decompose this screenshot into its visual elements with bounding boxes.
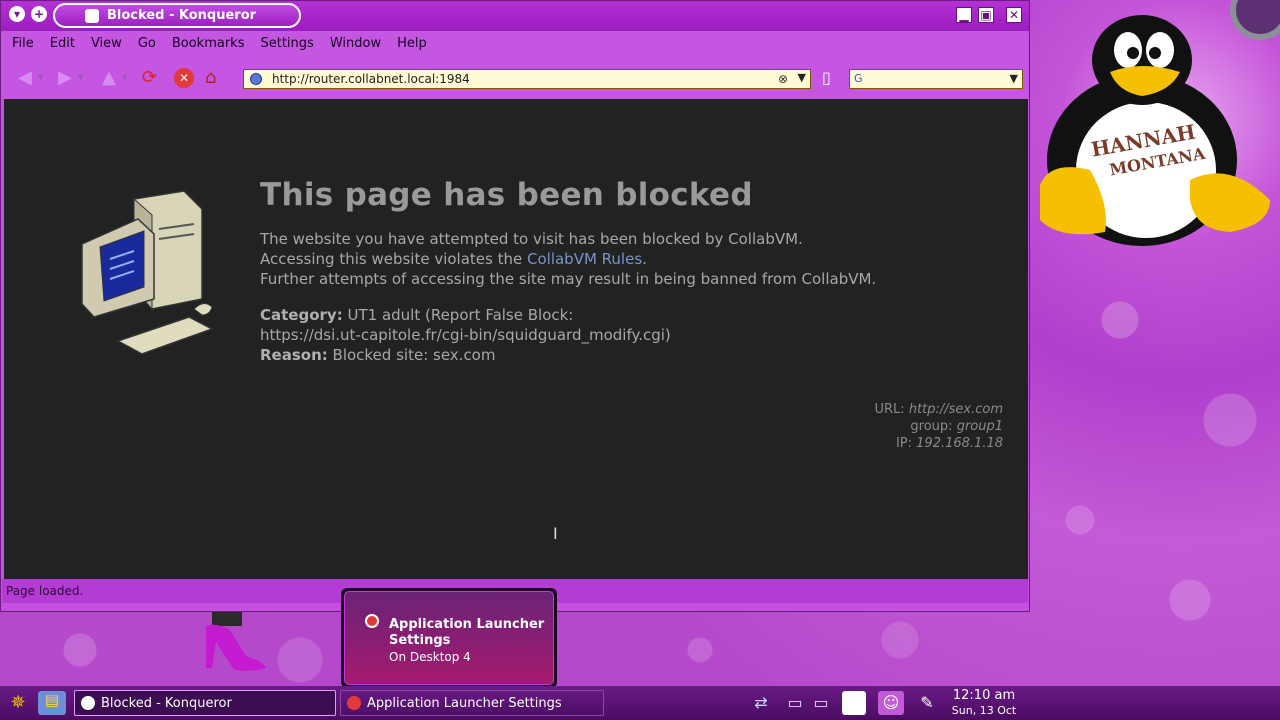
forward-dropdown-icon[interactable]: ▾ — [78, 67, 83, 89]
up-icon[interactable]: ▲ — [102, 67, 116, 89]
clock-date: Sun, 13 Oct — [951, 704, 1017, 717]
message-line-1: The website you have attempted to visit … — [260, 230, 803, 248]
task-app-launcher-label: Application Launcher Settings — [367, 695, 562, 711]
globe-icon — [250, 73, 262, 85]
menu-settings[interactable]: Settings — [260, 36, 313, 51]
menu-view[interactable]: View — [91, 36, 122, 51]
stop-icon[interactable]: ✕ — [174, 68, 194, 88]
blocked-message: The website you have attempted to visit … — [260, 229, 876, 289]
url-text: http://router.collabnet.local:1984 — [272, 72, 470, 86]
meta-ip: 192.168.1.18 — [916, 436, 1003, 451]
report-link[interactable]: https://dsi.ut-capitole.fr/cgi-bin/squid… — [260, 325, 671, 345]
meta-ip-label: IP: — [895, 436, 913, 451]
minimize-button[interactable]: ▁ — [956, 7, 972, 23]
computer-icon — [81, 190, 214, 355]
back-icon[interactable]: ◀ — [18, 67, 32, 89]
request-meta: URL: http://sex.com group: group1 IP: 19… — [875, 401, 1004, 452]
clipboard-icon[interactable] — [842, 691, 866, 715]
meta-group: group1 — [956, 419, 1003, 434]
meta-url: http://sex.com — [908, 402, 1003, 417]
clock-time: 12:10 am — [952, 688, 1016, 703]
notification-body: Application Launcher Settings On Desktop… — [344, 591, 554, 685]
search-input[interactable]: G ▼ — [849, 69, 1023, 89]
reason-label: Reason: — [260, 346, 328, 364]
message-line-2-suffix: . — [642, 250, 647, 268]
menu-window[interactable]: Window — [330, 36, 381, 51]
taskbar: ✵ ▤ Blocked - Konqueror Application Laun… — [0, 686, 1280, 720]
block-details: Category: UT1 adult (Report False Block:… — [260, 305, 671, 365]
text-cursor-icon: I — [553, 524, 558, 543]
menu-help[interactable]: Help — [397, 36, 427, 51]
menubar: File Edit View Go Bookmarks Settings Win… — [2, 31, 1028, 55]
message-line-2: Accessing this website violates the Coll… — [260, 249, 876, 269]
back-dropdown-icon[interactable]: ▾ — [38, 67, 43, 89]
url-input[interactable]: http://router.collabnet.local:1984 ⊗ ▼ — [243, 69, 811, 89]
k-menu-icon[interactable]: ✵ — [4, 692, 32, 714]
titlebar[interactable]: ▾ + Blocked - Konqueror ▁ ▣ ✕ — [1, 1, 1029, 31]
forward-icon[interactable]: ▶ — [58, 67, 72, 89]
close-button[interactable]: ✕ — [1006, 7, 1022, 23]
window-title: Blocked - Konqueror — [107, 8, 257, 23]
maximize-button[interactable]: ▣ — [978, 7, 994, 23]
task-konqueror[interactable]: Blocked - Konqueror — [74, 690, 336, 716]
search-dropdown-icon[interactable]: ▼ — [1010, 70, 1018, 88]
menu-bookmarks[interactable]: Bookmarks — [172, 36, 245, 51]
url-dropdown-icon[interactable]: ▼ — [798, 71, 806, 84]
meta-url-row: URL: http://sex.com — [875, 401, 1004, 418]
pager-desktop-2[interactable]: ▭ — [808, 691, 834, 715]
clock[interactable]: 12:10 am Sun, 13 Oct — [948, 688, 1020, 718]
task-konqueror-label: Blocked - Konqueror — [101, 695, 232, 711]
app-launcher-task-icon — [347, 696, 361, 710]
google-icon: G — [854, 72, 863, 85]
launch-notification[interactable]: Application Launcher Settings On Desktop… — [341, 588, 557, 688]
menu-go[interactable]: Go — [138, 36, 156, 51]
konqueror-icon — [85, 8, 99, 23]
clear-url-icon[interactable]: ⊗ — [778, 72, 788, 86]
menu-edit[interactable]: Edit — [50, 36, 75, 51]
meta-url-label: URL: — [874, 402, 905, 417]
app-launcher-icon — [365, 614, 379, 628]
page-content: This page has been blocked The website y… — [4, 99, 1028, 579]
menu-file[interactable]: File — [12, 36, 34, 51]
message-line-3: Further attempts of accessing the site m… — [260, 270, 877, 288]
meta-group-label: group: — [910, 419, 953, 434]
notification-subtitle: On Desktop 4 — [389, 650, 471, 664]
category-label: Category: — [260, 306, 343, 324]
meta-group-row: group: group1 — [875, 418, 1003, 435]
meta-ip-row: IP: 192.168.1.18 — [875, 435, 1003, 452]
purple-shoe-wallpaper — [206, 612, 266, 671]
notification-title: Application Launcher Settings — [389, 617, 545, 648]
reload-icon[interactable]: ⟳ — [142, 67, 157, 89]
pager-desktop-1[interactable]: ▭ — [782, 691, 808, 715]
category-row: Category: UT1 adult (Report False Block: — [260, 305, 671, 325]
title-pill: Blocked - Konqueror — [53, 3, 301, 28]
konqueror-task-icon — [81, 696, 95, 710]
message-line-2-prefix: Accessing this website violates the — [260, 250, 527, 268]
notes-icon[interactable]: ☺ — [878, 691, 904, 715]
reason-row: Reason: Blocked site: sex.com — [260, 345, 671, 365]
sticky-icon[interactable]: + — [31, 6, 47, 22]
file-manager-icon[interactable]: ▤ — [38, 691, 66, 715]
page-heading: This page has been blocked — [260, 177, 753, 213]
tux-penguin-wallpaper: HANNAH MONTANA — [1040, 15, 1270, 246]
window-menu-icon[interactable]: ▾ — [9, 6, 25, 22]
collabvm-rules-link[interactable]: CollabVM Rules — [527, 250, 642, 268]
home-icon[interactable]: ⌂ — [205, 67, 216, 89]
category-value: UT1 adult (Report False Block: — [347, 306, 574, 324]
network-icon[interactable]: ⇄ — [748, 691, 774, 715]
tray-tool-icon[interactable]: ✎ — [914, 691, 940, 715]
konqueror-window: ▾ + Blocked - Konqueror ▁ ▣ ✕ File Edit … — [0, 0, 1030, 612]
task-app-launcher[interactable]: Application Launcher Settings — [340, 690, 604, 716]
reason-value: Blocked site: sex.com — [332, 346, 496, 364]
bookmark-icon[interactable]: ▯ — [822, 67, 831, 89]
up-dropdown-icon[interactable]: ▾ — [122, 67, 127, 89]
